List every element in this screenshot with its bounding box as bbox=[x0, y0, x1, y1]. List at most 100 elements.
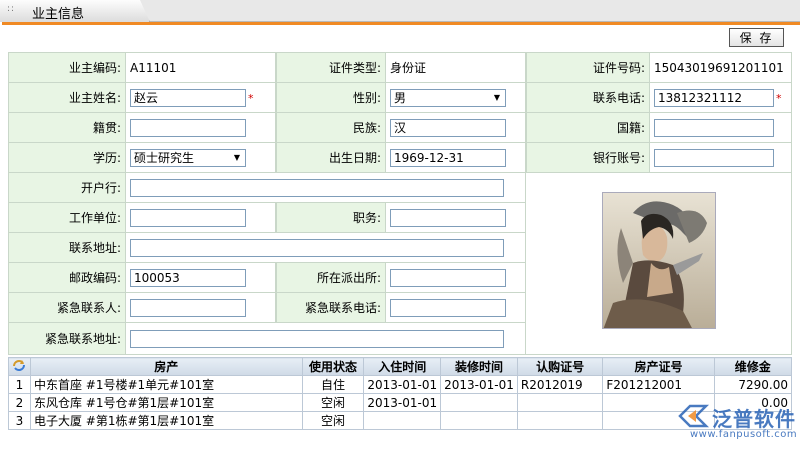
accent-divider bbox=[2, 22, 800, 25]
id-type-value: 身份证 bbox=[386, 53, 526, 83]
birth-date-input[interactable]: 1969-12-31 bbox=[390, 148, 506, 167]
property-cell: 东风仓库 #1号仓#第1层#101室 bbox=[29, 393, 303, 412]
certificate-cell: F201212001 bbox=[602, 375, 715, 394]
brand-logo-icon bbox=[678, 404, 710, 428]
emergency-address-label: 紧急联系地址: bbox=[8, 323, 126, 355]
status-cell: 空闲 bbox=[301, 411, 365, 430]
table-row[interactable]: 1 中东首座 #1号楼#1单元#101室 自住 2013-01-01 2013-… bbox=[8, 375, 793, 394]
bank-account-label: 银行账号: bbox=[526, 143, 650, 173]
employer-input[interactable] bbox=[130, 208, 246, 227]
portrait-image bbox=[603, 193, 715, 328]
subscription-cell bbox=[516, 411, 604, 430]
id-number-value: 15043019691201101 bbox=[650, 53, 792, 83]
bank-label: 开户行: bbox=[8, 173, 126, 203]
refresh-icon bbox=[13, 360, 26, 371]
nationality-input[interactable] bbox=[654, 118, 774, 137]
police-station-label: 所在派出所: bbox=[276, 263, 386, 293]
emergency-address-cell bbox=[126, 323, 526, 355]
emergency-contact-input[interactable] bbox=[130, 298, 246, 317]
col-renovation[interactable]: 装修时间 bbox=[440, 357, 518, 376]
col-move-in[interactable]: 入住时间 bbox=[363, 357, 442, 376]
employer-label: 工作单位: bbox=[8, 203, 126, 233]
native-place-label: 籍贯: bbox=[8, 113, 126, 143]
col-status[interactable]: 使用状态 bbox=[301, 357, 365, 376]
watermark-url: www.fanpusoft.com bbox=[690, 429, 798, 440]
renovation-cell bbox=[440, 411, 518, 430]
nationality-cell bbox=[650, 113, 792, 143]
table-row[interactable]: 2 东风仓库 #1号仓#第1层#101室 空闲 2013-01-01 0.00 bbox=[8, 393, 793, 412]
subscription-cell bbox=[516, 393, 604, 412]
col-certificate[interactable]: 房产证号 bbox=[602, 357, 715, 376]
position-label: 职务: bbox=[276, 203, 386, 233]
gender-label: 性别: bbox=[276, 83, 386, 113]
window-title: 业主信息 bbox=[32, 7, 85, 22]
col-subscription[interactable]: 认购证号 bbox=[516, 357, 604, 376]
gender-select[interactable]: 男 ▼ bbox=[390, 88, 506, 107]
postcode-label: 邮政编码: bbox=[8, 263, 126, 293]
gender-select-value: 男 bbox=[394, 91, 407, 105]
property-cell: 中东首座 #1号楼#1单元#101室 bbox=[29, 375, 303, 394]
id-number-label: 证件号码: bbox=[526, 53, 650, 83]
address-cell bbox=[126, 233, 526, 263]
move-in-cell: 2013-01-01 bbox=[363, 393, 442, 412]
emergency-phone-cell bbox=[386, 293, 526, 323]
position-input[interactable] bbox=[390, 208, 506, 227]
title-bar: :: 业主信息 bbox=[0, 0, 800, 22]
owner-name-input[interactable]: 赵云 bbox=[130, 88, 246, 107]
fund-cell: 7290.00 bbox=[713, 375, 793, 394]
renovation-cell: 2013-01-01 bbox=[440, 375, 518, 394]
bank-cell bbox=[126, 173, 526, 203]
owner-photo[interactable] bbox=[602, 192, 716, 329]
chevron-down-icon: ▼ bbox=[493, 93, 500, 102]
native-place-input[interactable] bbox=[130, 118, 246, 137]
watermark: 泛普软件 www.fanpusoft.com bbox=[676, 403, 798, 445]
bank-account-input[interactable] bbox=[654, 148, 774, 167]
property-table: 房产 使用状态 入住时间 装修时间 认购证号 房产证号 维修金 1 中东首座 #… bbox=[8, 357, 793, 430]
emergency-contact-cell bbox=[126, 293, 276, 323]
table-row[interactable]: 3 电子大厦 #第1栋#第1层#101室 空闲 bbox=[8, 411, 793, 430]
postcode-input[interactable]: 100053 bbox=[130, 268, 246, 287]
emergency-contact-label: 紧急联系人: bbox=[8, 293, 126, 323]
police-station-input[interactable] bbox=[390, 268, 506, 287]
property-cell: 电子大厦 #第1栋#第1层#101室 bbox=[29, 411, 303, 430]
row-number: 3 bbox=[8, 411, 31, 430]
chevron-down-icon: ▼ bbox=[233, 153, 240, 162]
row-number: 1 bbox=[8, 375, 31, 394]
watermark-name: 泛普软件 bbox=[712, 407, 796, 431]
col-property[interactable]: 房产 bbox=[29, 357, 303, 376]
refresh-icon-header[interactable] bbox=[8, 357, 31, 376]
save-button[interactable]: 保 存 bbox=[729, 28, 784, 47]
address-label: 联系地址: bbox=[8, 233, 126, 263]
owner-name-cell: 赵云 * bbox=[126, 83, 276, 113]
window-tab[interactable]: :: 业主信息 bbox=[0, 0, 150, 22]
ethnicity-cell: 汉 bbox=[386, 113, 526, 143]
education-select[interactable]: 硕士研究生 ▼ bbox=[130, 148, 246, 167]
status-cell: 自住 bbox=[301, 375, 365, 394]
renovation-cell bbox=[440, 393, 518, 412]
required-mark: * bbox=[248, 92, 254, 105]
owner-name-label: 业主姓名: bbox=[8, 83, 126, 113]
phone-input[interactable]: 13812321112 bbox=[654, 88, 774, 107]
bank-input[interactable] bbox=[130, 178, 504, 197]
owner-code-label: 业主编码: bbox=[8, 53, 126, 83]
move-in-cell bbox=[363, 411, 442, 430]
birth-date-cell: 1969-12-31 bbox=[386, 143, 526, 173]
bank-account-cell bbox=[650, 143, 792, 173]
row-number: 2 bbox=[8, 393, 31, 412]
emergency-address-input[interactable] bbox=[130, 329, 504, 348]
address-input[interactable] bbox=[130, 238, 504, 257]
birth-date-label: 出生日期: bbox=[276, 143, 386, 173]
education-cell: 硕士研究生 ▼ bbox=[126, 143, 276, 173]
ethnicity-label: 民族: bbox=[276, 113, 386, 143]
police-station-cell bbox=[386, 263, 526, 293]
emergency-phone-input[interactable] bbox=[390, 298, 506, 317]
status-cell: 空闲 bbox=[301, 393, 365, 412]
native-place-cell bbox=[126, 113, 276, 143]
col-fund[interactable]: 维修金 bbox=[713, 357, 793, 376]
ethnicity-input[interactable]: 汉 bbox=[390, 118, 506, 137]
owner-code-value: A11101 bbox=[126, 53, 276, 83]
phone-label: 联系电话: bbox=[526, 83, 650, 113]
gender-cell: 男 ▼ bbox=[386, 83, 526, 113]
education-label: 学历: bbox=[8, 143, 126, 173]
required-mark: * bbox=[776, 92, 782, 105]
